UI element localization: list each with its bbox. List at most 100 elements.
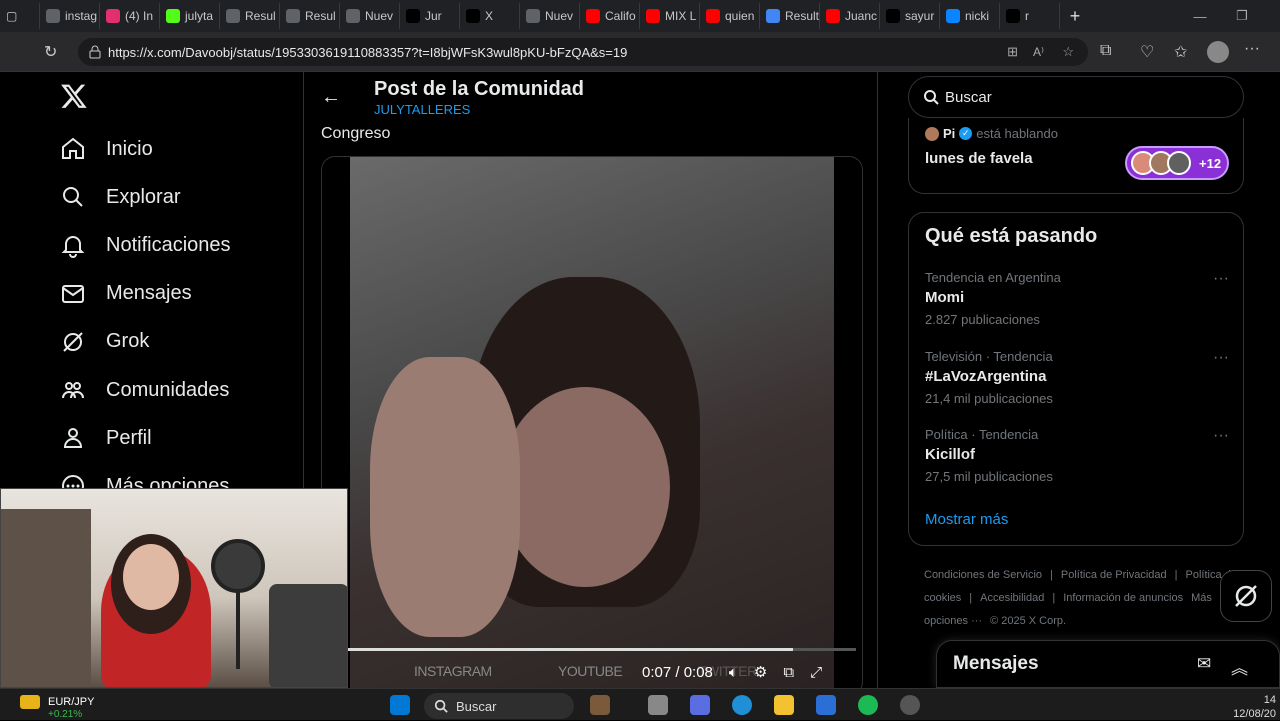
listener-avatar: [1167, 151, 1191, 175]
footer-link[interactable]: Condiciones de Servicio: [924, 569, 1042, 581]
nav-item-inicio[interactable]: Inicio: [60, 134, 153, 164]
browser-tab[interactable]: Result: [760, 3, 820, 29]
address-bar[interactable]: https://x.com/Davoobj/status/19533036191…: [78, 38, 1088, 66]
volume-icon[interactable]: 🔈︎: [729, 664, 738, 681]
minimize-button[interactable]: —: [1180, 0, 1220, 32]
grok-floating-button[interactable]: [1220, 570, 1272, 622]
chrome-icon[interactable]: [900, 695, 920, 715]
taskbar-search[interactable]: Buscar: [424, 693, 574, 719]
fullscreen-icon[interactable]: ⤢: [810, 664, 822, 681]
stock-widget[interactable]: EUR/JPY +0.21%: [20, 695, 94, 720]
nav-item-notificaciones[interactable]: Notificaciones: [60, 230, 231, 260]
browser-tab[interactable]: quien: [700, 3, 760, 29]
trend-item[interactable]: Política · Tendencia Kicillof 27,5 mil pub…: [925, 427, 1229, 484]
nav-item-grok[interactable]: Grok: [60, 327, 149, 357]
bell-icon: [61, 236, 85, 259]
read-aloud-icon[interactable]: A⁾: [1033, 45, 1044, 59]
ms-store-icon[interactable]: [816, 695, 836, 715]
maximize-button[interactable]: ❐: [1222, 0, 1262, 32]
settings-more-icon[interactable]: ···: [1244, 40, 1260, 58]
video-time: 0:07 / 0:08: [642, 663, 713, 681]
settings-gear-icon[interactable]: ⚙: [754, 663, 767, 681]
taskbar-clock[interactable]: 14 12/08/20: [1233, 693, 1276, 721]
webcam-fan-stand: [236, 589, 240, 669]
browser-tab[interactable]: instag: [40, 3, 100, 29]
spotify-icon[interactable]: [858, 695, 878, 715]
file-explorer-icon[interactable]: [774, 695, 794, 715]
browser-tab[interactable]: Nuev: [520, 3, 580, 29]
search-input[interactable]: Buscar: [908, 76, 1244, 118]
browser-tab[interactable]: (4) In: [100, 3, 160, 29]
browser-tab[interactable]: nicki: [940, 3, 1000, 29]
copilot-icon[interactable]: [690, 695, 710, 715]
tab-sidebar-toggle[interactable]: ▢: [0, 3, 40, 29]
space-host: Pi ✓ está hablando: [925, 126, 1058, 141]
browser-tab[interactable]: sayur: [880, 3, 940, 29]
search-icon: [63, 187, 83, 207]
search-icon: [434, 699, 448, 713]
favorites-icon[interactable]: ✩: [1174, 42, 1187, 62]
browser-tab[interactable]: julyta: [160, 3, 220, 29]
community-name[interactable]: JULYTALLERES: [374, 102, 470, 117]
footer-separator: |: [1050, 569, 1053, 581]
trend-more-icon[interactable]: ···: [1213, 349, 1229, 367]
tab-favicon-icon: [466, 9, 480, 23]
live-space-card[interactable]: Pi ✓ está hablando lunes de favela +12: [908, 118, 1244, 194]
nav-item-label: Mensajes: [106, 282, 192, 305]
browser-tab[interactable]: Resul: [280, 3, 340, 29]
nav-item-comunidades[interactable]: Comunidades: [60, 375, 229, 405]
video-progress-bar[interactable]: [348, 648, 856, 651]
tab-favicon-icon: [526, 9, 540, 23]
messages-drawer[interactable]: Mensajes ✉ ︽: [936, 640, 1280, 688]
browser-tab[interactable]: Jur: [400, 3, 460, 29]
app-available-icon[interactable]: ⊞: [1007, 44, 1018, 60]
edge-browser-icon[interactable]: [732, 695, 752, 715]
browser-tab[interactable]: Resul: [220, 3, 280, 29]
browser-tab[interactable]: Califo: [580, 3, 640, 29]
new-tab-button[interactable]: +: [1060, 6, 1090, 27]
expand-chevrons-icon[interactable]: ︽: [1231, 654, 1248, 679]
extensions-icon[interactable]: ⧉: [1100, 42, 1111, 60]
footer-link[interactable]: Política de Privacidad: [1061, 569, 1167, 581]
footer-link[interactable]: Información de anuncios: [1063, 592, 1183, 604]
windows-start-icon[interactable]: [390, 695, 410, 715]
browser-tab[interactable]: Nuev: [340, 3, 400, 29]
widget-app-icon[interactable]: [590, 695, 610, 715]
browser-tab[interactable]: r: [1000, 3, 1060, 29]
browser-tab[interactable]: MIX L: [640, 3, 700, 29]
browser-tab[interactable]: Juanc: [820, 3, 880, 29]
video-frame[interactable]: [350, 157, 834, 688]
space-listeners-pill[interactable]: +12: [1125, 146, 1229, 180]
nav-item-mensajes[interactable]: Mensajes: [60, 279, 192, 309]
footer-separator: |: [969, 592, 973, 604]
site-info-icon[interactable]: [88, 45, 102, 59]
back-arrow-icon[interactable]: ←: [321, 86, 341, 109]
profile-avatar[interactable]: [1207, 41, 1229, 63]
trend-more-icon[interactable]: ···: [1213, 270, 1229, 288]
trend-more-icon[interactable]: ···: [1213, 427, 1229, 445]
tab-favicon-icon: [1006, 9, 1020, 23]
webcam-overlay: [0, 488, 348, 688]
new-message-icon[interactable]: ✉: [1197, 654, 1211, 674]
trend-item[interactable]: Televisión · Tendencia #LaVozArgentina 21,…: [925, 349, 1229, 406]
footer-link[interactable]: © 2025 X Corp.: [990, 615, 1066, 627]
nav-item-perfil[interactable]: Perfil: [60, 423, 152, 453]
windows-taskbar: EUR/JPY +0.21% Buscar 14 12/08/20: [0, 688, 1280, 720]
video-progress-fill: [348, 648, 793, 651]
show-more-link[interactable]: Mostrar más: [925, 511, 1008, 528]
footer-link[interactable]: Accesibilidad: [980, 592, 1044, 604]
nav-item-label: Inicio: [106, 137, 153, 160]
browser-tab[interactable]: X: [460, 3, 520, 29]
x-logo-icon[interactable]: [60, 82, 88, 110]
picture-in-picture-icon[interactable]: ⧉: [783, 664, 794, 681]
listener-count: +12: [1199, 155, 1222, 171]
trend-item[interactable]: Tendencia en Argentina Momi 2.827 publicac…: [925, 270, 1229, 327]
browser-essentials-icon[interactable]: ♡: [1140, 42, 1154, 62]
video-player[interactable]: INSTAGRAM YOUTUBE TWITTER 0:07 / 0:08 🔈︎…: [321, 156, 863, 688]
tab-label: nicki: [965, 9, 990, 23]
trend-name: Momi: [925, 289, 965, 306]
refresh-icon[interactable]: ↻: [44, 42, 57, 62]
nav-item-explorar[interactable]: Explorar: [60, 182, 180, 212]
task-view-icon[interactable]: [648, 695, 668, 715]
favorite-star-icon[interactable]: ☆: [1062, 44, 1074, 60]
